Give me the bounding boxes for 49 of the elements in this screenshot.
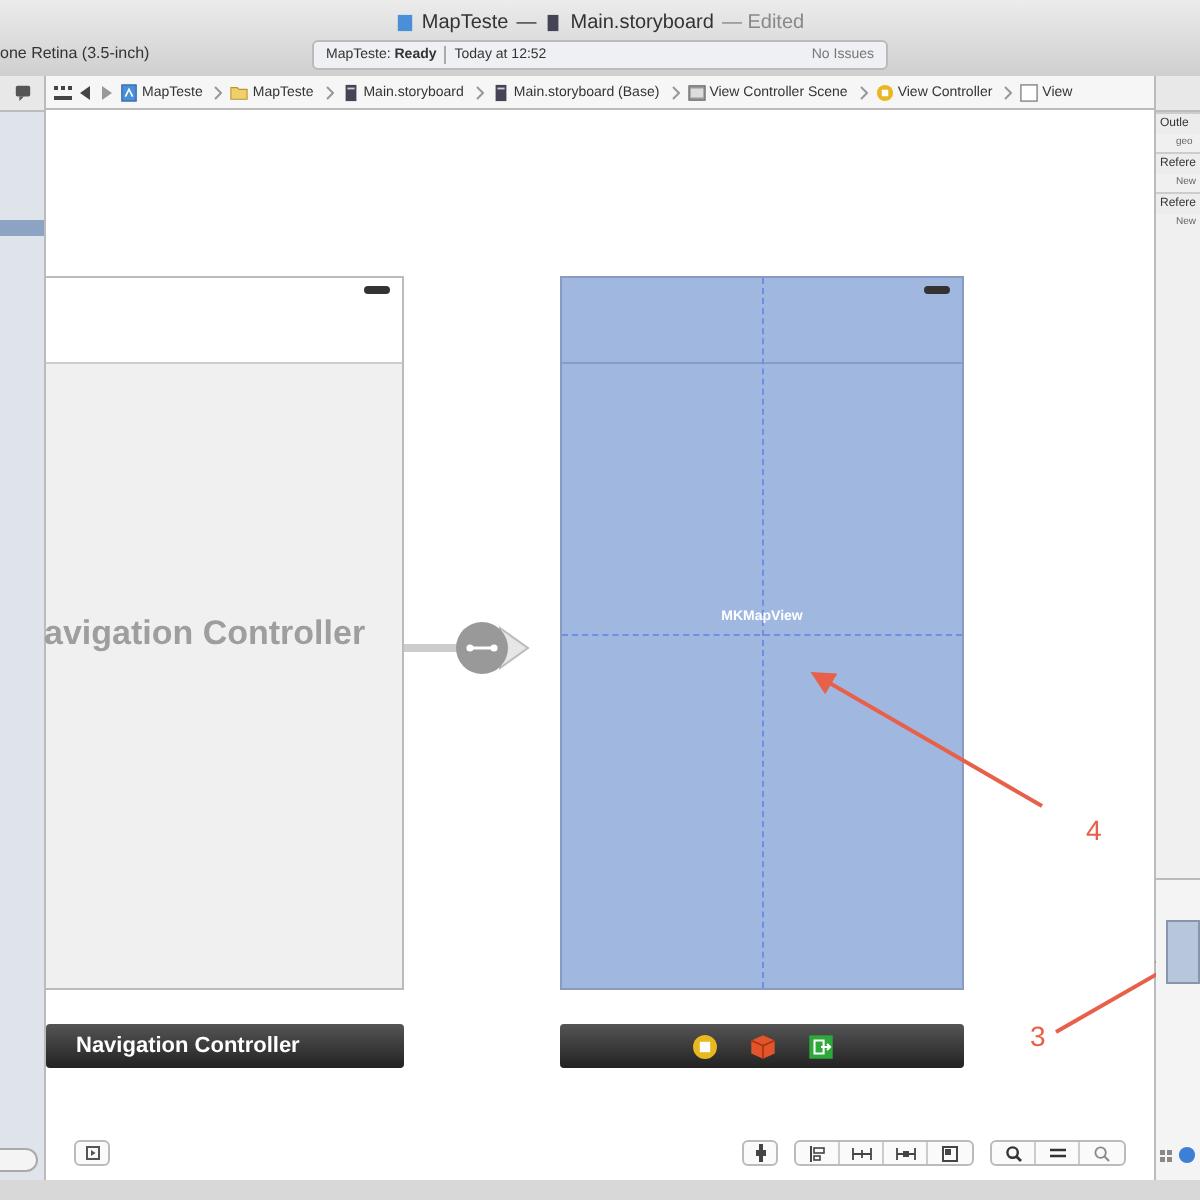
pin-icon [755,1144,765,1162]
globe-icon[interactable] [1178,1146,1196,1164]
constraint-button[interactable] [742,1140,778,1166]
scene-icon [687,83,706,101]
file-icon [544,14,563,32]
chevron-icon [859,85,868,99]
cube-icon[interactable] [749,1033,775,1059]
annotation-number: 3 [1030,1020,1046,1052]
chevron-icon [214,85,223,99]
search-icon [1094,1145,1110,1161]
battery-icon [924,286,950,294]
annotation-arrow [1055,960,1158,1034]
project-icon [120,83,138,101]
folder-icon [230,83,249,101]
frame-icon [942,1145,958,1161]
equals-icon [1049,1148,1065,1158]
scene-name: Navigation Controller [76,1034,300,1058]
file-icon [341,83,360,101]
edited-label: — Edited [721,12,805,34]
align-icon [809,1145,825,1161]
zoom-out-icon [1005,1145,1021,1161]
chevron-icon [325,85,334,99]
forward-icon[interactable] [100,85,112,99]
file-title: Main.storyboard [570,12,714,34]
controller-icon[interactable] [691,1033,717,1059]
segue-arrow[interactable] [404,622,530,674]
spacing-icon [851,1147,871,1159]
map-view-thumbnail[interactable] [1166,920,1200,984]
project-icon [395,14,414,32]
back-icon[interactable] [80,85,92,99]
comment-icon[interactable] [13,84,31,102]
filter-field[interactable] [0,1148,38,1172]
exit-icon[interactable] [807,1033,833,1059]
chevron-icon [671,85,680,99]
scene-title: avigation Controller [44,614,366,654]
scheme-device[interactable]: one Retina (3.5-inch) [0,44,150,62]
view-icon [1020,83,1039,101]
window-title: MapTeste [421,12,509,34]
file-icon [491,83,510,101]
spacing-icon [895,1147,915,1159]
title-separator: — [516,12,537,34]
controller-icon [875,83,894,101]
document-outline-button[interactable] [74,1140,110,1166]
battery-icon [364,286,390,294]
chevron-icon [1004,85,1013,99]
chevron-icon [475,85,484,99]
play-icon [85,1146,99,1160]
annotation-number: 4 [1086,814,1102,846]
grid-icon[interactable] [54,85,72,99]
